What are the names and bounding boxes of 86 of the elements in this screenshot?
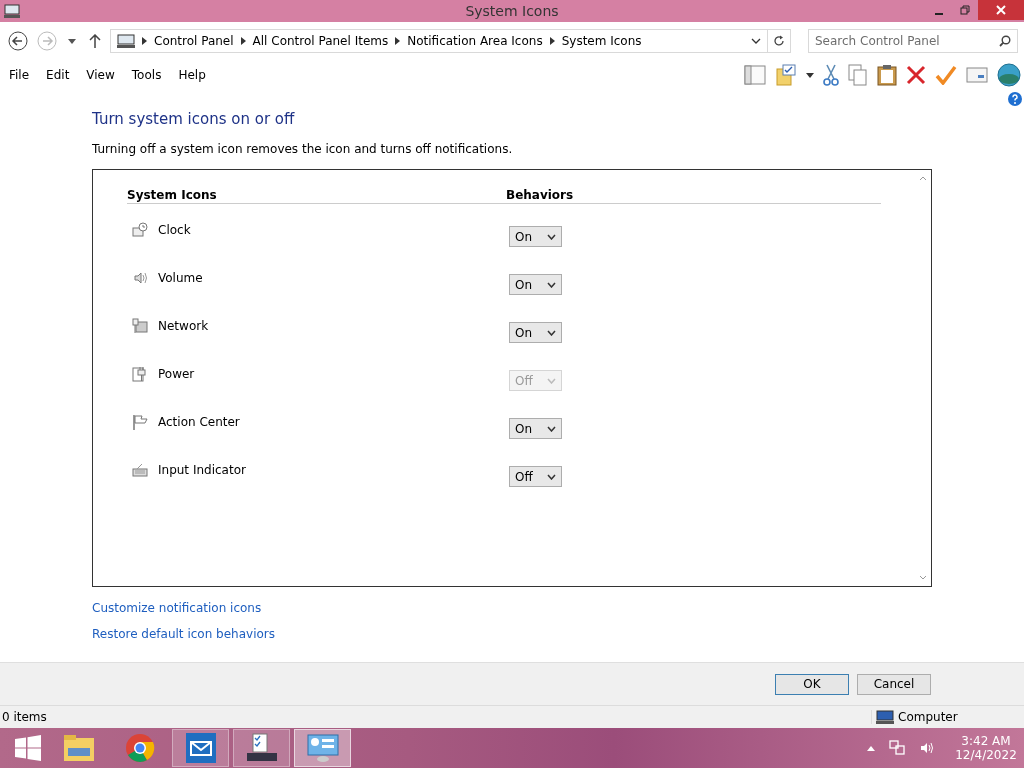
dropdown-chevron-icon[interactable] — [751, 38, 761, 44]
computer-icon — [117, 34, 135, 48]
power-plug-icon — [132, 366, 148, 382]
breadcrumb-item[interactable]: All Control Panel Items — [252, 34, 389, 48]
clock-icon — [132, 222, 148, 238]
chevron-icon — [547, 377, 556, 384]
scroll-up-icon[interactable] — [919, 176, 927, 181]
speaker-icon[interactable] — [919, 740, 935, 756]
system-icon-label: Volume — [158, 271, 203, 285]
close-button[interactable] — [978, 0, 1024, 20]
clipboard-icon[interactable] — [877, 64, 897, 86]
scissors-icon[interactable] — [823, 64, 839, 86]
menu-item[interactable]: Edit — [46, 68, 70, 82]
page-heading: Turn system icons on or off — [92, 110, 296, 128]
chevron-icon — [142, 37, 147, 45]
scroll-down-icon[interactable] — [919, 575, 927, 580]
start-windows-icon[interactable] — [15, 735, 41, 761]
speaker-icon — [132, 270, 148, 286]
status-text: 0 items — [2, 710, 47, 724]
link[interactable]: Restore default icon behaviors — [92, 627, 275, 641]
copy-icon[interactable] — [848, 64, 868, 86]
computer-icon — [876, 710, 894, 724]
column-header: Behaviors — [506, 188, 574, 202]
breadcrumb-item[interactable]: System Icons — [561, 34, 642, 48]
menu-item[interactable]: File — [9, 68, 30, 82]
system-icon-label: Power — [158, 367, 195, 381]
envelope-icon[interactable] — [966, 67, 988, 83]
behavior-dropdown[interactable]: On — [509, 274, 562, 295]
folder-checklist-icon[interactable] — [775, 64, 797, 86]
dialog-button[interactable]: OK — [775, 673, 849, 695]
keyboard-icon — [132, 462, 148, 478]
system-icon-label: Network — [158, 319, 209, 333]
network-monitor-icon — [132, 318, 148, 334]
chevron-icon — [547, 281, 556, 288]
behavior-dropdown[interactable]: On — [509, 322, 562, 343]
chevron-icon — [240, 37, 246, 45]
window-title: System Icons — [465, 3, 559, 19]
location-text: Computer — [898, 710, 958, 724]
computer-icon — [4, 4, 20, 18]
menu-item[interactable]: Help — [178, 68, 206, 82]
breadcrumb-item[interactable]: Notification Area Icons — [407, 34, 543, 48]
refresh-button[interactable] — [767, 29, 791, 53]
menu-item[interactable]: Tools — [131, 68, 162, 82]
behavior-dropdown[interactable]: On — [509, 226, 562, 247]
restore-icon — [960, 5, 970, 15]
link[interactable]: Customize notification icons — [92, 601, 262, 615]
up-arrow-icon[interactable] — [89, 34, 101, 48]
chrome-icon — [124, 733, 155, 763]
help-icon[interactable] — [1008, 92, 1022, 106]
delete-x-icon[interactable] — [906, 65, 926, 85]
chevron-icon — [547, 329, 556, 336]
behavior-dropdown[interactable]: Off — [509, 466, 562, 487]
folder-icon — [62, 734, 95, 762]
dialog-button[interactable]: Cancel — [857, 673, 931, 695]
system-icon-label: Clock — [158, 223, 191, 237]
checklist-icon — [244, 733, 279, 763]
breadcrumb-item[interactable]: Control Panel — [154, 34, 234, 48]
back-button[interactable] — [6, 31, 30, 51]
checkmark-icon[interactable] — [935, 65, 957, 85]
description-text: Turning off a system icon removes the icon and turns off notifications. — [92, 142, 514, 156]
chevron-icon — [547, 425, 556, 432]
system-icon-label: Action Center — [158, 415, 240, 429]
chevron-icon — [549, 37, 555, 45]
behavior-dropdown[interactable]: On — [509, 418, 562, 439]
globe-icon[interactable] — [997, 63, 1021, 87]
refresh-icon — [773, 35, 785, 47]
mail-icon — [185, 733, 216, 763]
minimize-icon — [935, 13, 943, 15]
menu-item[interactable]: View — [86, 68, 115, 82]
column-header: System Icons — [127, 188, 218, 202]
search-field[interactable]: Search Control Panel — [808, 29, 1018, 53]
address-bar[interactable]: Control Panel All Control Panel Items Notification Area Icons System Icons — [110, 29, 768, 53]
system-icon-label: Input Indicator — [158, 463, 246, 477]
show-hidden-icons-icon[interactable] — [867, 745, 875, 751]
taskbar-app[interactable] — [233, 729, 290, 767]
control-panel-icon — [305, 733, 340, 763]
chevron-icon — [547, 233, 556, 240]
chevron-icon — [547, 473, 556, 480]
flag-icon — [132, 414, 148, 430]
dropdown-caret-icon[interactable] — [806, 72, 814, 78]
dropdown-caret-icon[interactable] — [68, 38, 76, 44]
layout-pane-icon[interactable] — [744, 65, 766, 85]
search-icon — [999, 35, 1011, 47]
close-icon — [996, 5, 1006, 15]
network-icon[interactable] — [889, 740, 905, 756]
chevron-icon — [395, 37, 401, 45]
